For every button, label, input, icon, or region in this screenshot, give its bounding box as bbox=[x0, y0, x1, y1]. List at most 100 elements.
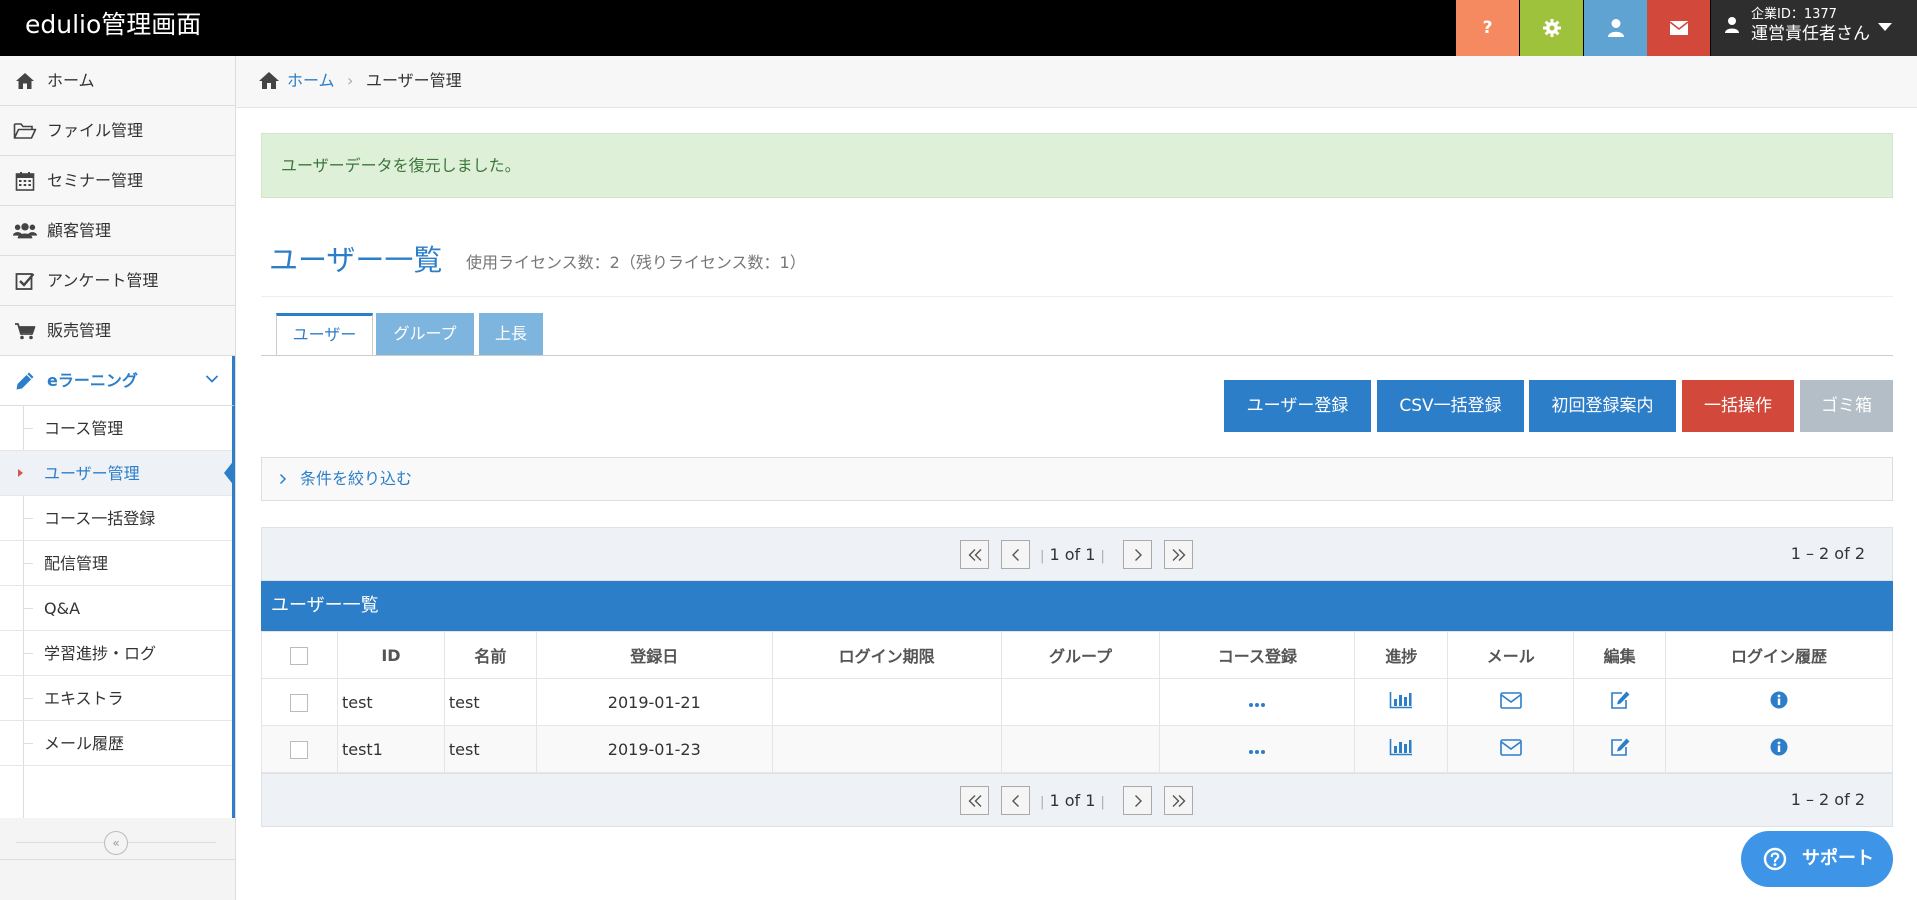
breadcrumb-separator: › bbox=[347, 71, 354, 90]
pager-bottom: | 1 of 1 | 1 – 2 of 2 bbox=[261, 773, 1893, 827]
sidebar-item-home[interactable]: ホーム bbox=[0, 56, 235, 106]
support-label: サポート bbox=[1802, 848, 1874, 869]
bar-chart-icon[interactable] bbox=[1389, 691, 1413, 709]
tab-groups[interactable]: グループ bbox=[376, 313, 474, 356]
submenu-item-label: 配信管理 bbox=[44, 554, 109, 573]
page-title: ユーザー一覧 bbox=[269, 243, 443, 277]
title-divider bbox=[261, 296, 1893, 297]
submenu-item-course[interactable]: コース管理 bbox=[0, 406, 232, 451]
question-circle-icon bbox=[1763, 847, 1787, 871]
sidebar-item-label: eラーニング bbox=[47, 371, 138, 390]
sidebar-collapse-button[interactable]: « bbox=[104, 831, 128, 855]
bulk-operation-button[interactable]: 一括操作 bbox=[1682, 380, 1794, 432]
chevron-down-icon bbox=[205, 375, 219, 383]
submenu-item-delivery[interactable]: 配信管理 bbox=[0, 541, 232, 586]
csv-bulk-register-button[interactable]: CSV一括登録 bbox=[1377, 380, 1524, 432]
chevron-left-icon bbox=[1011, 794, 1019, 807]
sidebar: ホーム ファイル管理 セミナー管理 顧客管理 アンケート管理 販売管理 eラーニ… bbox=[0, 56, 236, 900]
column-header-group[interactable]: グループ bbox=[1000, 631, 1161, 679]
first-page-button[interactable] bbox=[960, 786, 989, 815]
grid-title: ユーザー一覧 bbox=[261, 581, 1893, 631]
sidebar-item-seminar[interactable]: セミナー管理 bbox=[0, 156, 235, 206]
sidebar-item-label: アンケート管理 bbox=[47, 271, 159, 290]
next-page-button[interactable] bbox=[1123, 786, 1152, 815]
submenu-item-mail-history[interactable]: メール履歴 bbox=[0, 721, 232, 766]
prev-page-button[interactable] bbox=[1001, 786, 1030, 815]
pencil-icon bbox=[13, 371, 37, 391]
sidebar-item-sales[interactable]: 販売管理 bbox=[0, 306, 235, 356]
breadcrumb-home-link[interactable]: ホーム bbox=[287, 56, 335, 106]
register-user-button[interactable]: ユーザー登録 bbox=[1224, 380, 1371, 432]
sidebar-item-customers[interactable]: 顧客管理 bbox=[0, 206, 235, 256]
help-button[interactable]: ? bbox=[1456, 0, 1519, 56]
sidebar-item-elearning[interactable]: eラーニング bbox=[0, 356, 235, 406]
last-page-button[interactable] bbox=[1164, 786, 1193, 815]
trash-button[interactable]: ゴミ箱 bbox=[1800, 380, 1893, 432]
chevron-left-icon bbox=[1011, 548, 1019, 561]
home-icon bbox=[13, 71, 37, 91]
row-checkbox[interactable] bbox=[290, 740, 309, 759]
sidebar-item-label: ファイル管理 bbox=[47, 121, 144, 140]
submenu-item-users[interactable]: ユーザー管理 bbox=[0, 451, 235, 496]
submenu-item-course-bulk[interactable]: コース一括登録 bbox=[0, 496, 232, 541]
info-icon[interactable] bbox=[1770, 691, 1788, 709]
tab-supervisors[interactable]: 上長 bbox=[479, 313, 543, 356]
prev-page-button[interactable] bbox=[1001, 540, 1030, 569]
record-count: 1 – 2 of 2 bbox=[1790, 544, 1865, 563]
mail-button[interactable] bbox=[1647, 0, 1710, 56]
user-icon bbox=[1725, 17, 1739, 33]
ellipsis-icon[interactable] bbox=[1248, 702, 1266, 708]
cell-group bbox=[1000, 678, 1161, 726]
first-registration-guide-button[interactable]: 初回登録案内 bbox=[1529, 380, 1676, 432]
envelope-icon[interactable] bbox=[1499, 738, 1522, 756]
submenu-item-progress-log[interactable]: 学習進捗・ログ bbox=[0, 631, 232, 676]
success-alert: ユーザーデータを復元しました。 bbox=[261, 133, 1893, 198]
brand-title[interactable]: edulio管理画面 bbox=[25, 0, 201, 56]
sidebar-item-files[interactable]: ファイル管理 bbox=[0, 106, 235, 156]
edit-icon[interactable] bbox=[1609, 737, 1631, 757]
users-icon bbox=[13, 221, 37, 241]
column-header-login-expiry[interactable]: ログイン期限 bbox=[771, 631, 1002, 679]
sidebar-item-survey[interactable]: アンケート管理 bbox=[0, 256, 235, 306]
column-header-name[interactable]: 名前 bbox=[443, 631, 537, 679]
profile-button[interactable] bbox=[1584, 0, 1647, 56]
bar-chart-icon[interactable] bbox=[1389, 738, 1413, 756]
caret-down-icon bbox=[1878, 23, 1892, 31]
submenu-item-label: Q&A bbox=[44, 599, 81, 618]
sidebar-item-label: セミナー管理 bbox=[47, 171, 144, 190]
account-menu[interactable]: 企業ID：1377 運営責任者さん bbox=[1711, 0, 1917, 56]
first-page-button[interactable] bbox=[960, 540, 989, 569]
chevron-right-icon bbox=[1134, 548, 1142, 561]
select-all-checkbox[interactable] bbox=[290, 646, 309, 665]
column-header-id[interactable]: ID bbox=[336, 631, 445, 679]
submenu-item-extra[interactable]: エキストラ bbox=[0, 676, 232, 721]
submenu-item-qa[interactable]: Q&A bbox=[0, 586, 232, 631]
info-icon[interactable] bbox=[1770, 738, 1788, 756]
checkbox-icon bbox=[13, 271, 37, 291]
ellipsis-icon[interactable] bbox=[1248, 749, 1266, 755]
column-header-course-registration: コース登録 bbox=[1159, 631, 1356, 679]
row-checkbox[interactable] bbox=[290, 693, 309, 712]
column-header-registered[interactable]: 登録日 bbox=[535, 631, 773, 679]
support-button[interactable]: サポート bbox=[1741, 831, 1893, 887]
table-row: test1 test 2019-01-23 bbox=[261, 725, 1893, 773]
breadcrumb: ホーム › ユーザー管理 bbox=[236, 56, 1917, 108]
edit-icon[interactable] bbox=[1609, 690, 1631, 710]
folder-open-icon bbox=[13, 121, 37, 141]
home-icon bbox=[259, 72, 279, 89]
tab-users[interactable]: ユーザー bbox=[276, 313, 373, 356]
last-page-button[interactable] bbox=[1164, 540, 1193, 569]
table-header-row: ID 名前 登録日 ログイン期限 グループ コース登録 進捗 メール 編集 ログ… bbox=[261, 631, 1893, 679]
elearning-submenu: コース管理 ユーザー管理 コース一括登録 配信管理 Q&A 学習進捗・ログ エキ… bbox=[0, 406, 235, 818]
filter-toggle[interactable]: 条件を絞り込む bbox=[261, 457, 1893, 501]
double-chevron-right-icon bbox=[1172, 548, 1185, 561]
double-chevron-left-icon bbox=[968, 794, 981, 807]
settings-button[interactable] bbox=[1520, 0, 1583, 56]
envelope-icon bbox=[1669, 21, 1688, 35]
envelope-icon[interactable] bbox=[1499, 691, 1522, 709]
user-table: ID 名前 登録日 ログイン期限 グループ コース登録 進捗 メール 編集 ログ… bbox=[261, 631, 1893, 773]
submenu-item-label: メール履歴 bbox=[44, 734, 125, 753]
submenu-item-label: コース管理 bbox=[44, 419, 124, 438]
user-icon bbox=[1607, 19, 1624, 37]
next-page-button[interactable] bbox=[1123, 540, 1152, 569]
